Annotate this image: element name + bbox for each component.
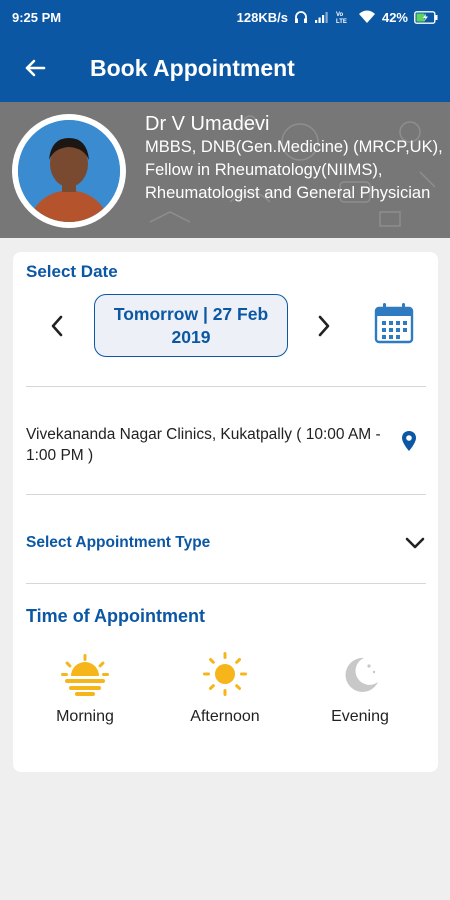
date-selector: Tomorrow | 27 Feb 2019	[13, 294, 438, 358]
doctor-info: Dr V Umadevi MBBS, DNB(Gen.Medicine) (MR…	[145, 112, 445, 236]
doctor-photo	[18, 120, 120, 222]
time-option-afternoon[interactable]: Afternoon	[165, 652, 285, 742]
divider	[26, 494, 426, 495]
back-button[interactable]	[0, 34, 70, 102]
doctor-avatar	[12, 114, 126, 228]
time-of-appointment-title: Time of Appointment	[26, 606, 205, 626]
signal-icon	[314, 12, 328, 23]
doctor-profile-banner: Dr V Umadevi MBBS, DNB(Gen.Medicine) (MR…	[0, 102, 450, 238]
clinic-label[interactable]: Vivekananda Nagar Clinics, Kukatpally ( …	[26, 424, 386, 466]
time-option-label: Morning	[56, 708, 114, 725]
status-bar: 9:25 PM 128KB/s Vo LTE 42%	[0, 0, 450, 34]
battery-percent: 42%	[381, 9, 408, 25]
calendar-icon[interactable]	[373, 302, 415, 346]
chevron-left-icon	[51, 315, 63, 337]
headphones-icon	[294, 11, 307, 23]
time-option-label: Afternoon	[190, 708, 260, 725]
doctor-name: Dr V Umadevi	[145, 113, 270, 135]
location-pin-icon[interactable]	[400, 430, 418, 452]
time-option-morning[interactable]: Morning	[25, 652, 145, 742]
wifi-icon	[358, 10, 375, 23]
page-title: Book Appointment	[90, 54, 295, 81]
doctor-qualifications: MBBS, DNB(Gen.Medicine) (MRCP,UK), Fello…	[145, 138, 443, 202]
divider	[26, 386, 426, 387]
appointment-type-dropdown[interactable]: Select Appointment Type	[26, 522, 426, 564]
battery-icon	[414, 10, 438, 24]
chevron-right-icon	[318, 315, 330, 337]
arrow-left-icon	[25, 59, 46, 77]
chevron-down-icon	[405, 537, 425, 549]
time-option-label: Evening	[331, 708, 389, 725]
status-time: 9:25 PM	[12, 9, 62, 25]
appointment-type-label: Select Appointment Type	[26, 534, 211, 551]
moon-icon	[345, 657, 378, 692]
time-option-evening[interactable]: Evening	[300, 652, 420, 742]
selected-date[interactable]: Tomorrow | 27 Feb 2019	[94, 294, 288, 357]
sunrise-icon	[61, 654, 109, 696]
sun-icon	[203, 652, 247, 696]
network-speed: 128KB/s	[236, 9, 288, 25]
previous-date-button[interactable]	[43, 310, 71, 342]
svg-text:LTE: LTE	[336, 19, 347, 24]
time-options: Morning Afternoon Evening	[13, 652, 438, 742]
select-date-title: Select Date	[26, 262, 118, 281]
svg-text:Vo: Vo	[336, 12, 344, 18]
next-date-button[interactable]	[310, 310, 338, 342]
volte-icon: VoLTE	[336, 12, 347, 24]
app-bar: Book Appointment	[0, 34, 450, 102]
divider	[26, 583, 426, 584]
status-icons: 128KB/s Vo LTE 42%	[237, 10, 438, 25]
booking-card: Select Date Tomorrow | 27 Feb 2019 Vivek…	[13, 252, 438, 772]
